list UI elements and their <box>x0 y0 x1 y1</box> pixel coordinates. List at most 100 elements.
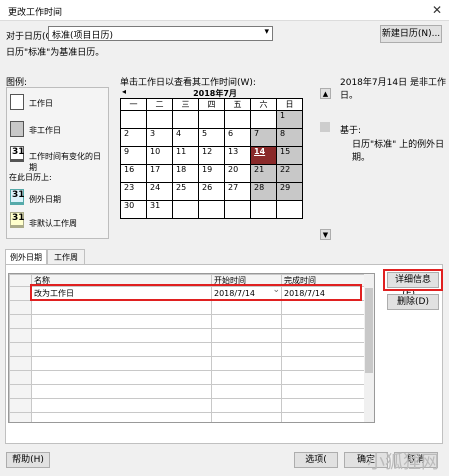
table-cell[interactable] <box>211 384 282 399</box>
table-cell[interactable] <box>31 328 212 343</box>
calendar-day[interactable]: 18 <box>172 164 199 183</box>
table-cell[interactable] <box>281 412 365 422</box>
calendar-day[interactable]: 12 <box>198 146 225 165</box>
calendar-day[interactable]: 22 <box>276 164 303 183</box>
table-cell[interactable] <box>281 328 365 343</box>
table-cell[interactable] <box>31 356 212 371</box>
row-header[interactable] <box>9 286 32 301</box>
calendar-day[interactable]: 15 <box>276 146 303 165</box>
table-row[interactable] <box>9 412 365 422</box>
exceptions-scrollbar[interactable] <box>364 274 374 422</box>
calendar-day[interactable]: 4 <box>172 128 199 147</box>
table-cell[interactable] <box>31 370 212 385</box>
calendar-day[interactable]: 25 <box>172 182 199 201</box>
calendar-day[interactable]: 5 <box>198 128 225 147</box>
close-icon[interactable]: ✕ <box>429 2 445 18</box>
table-cell[interactable] <box>281 300 365 315</box>
table-row[interactable] <box>9 370 365 385</box>
calendar-day[interactable]: 10 <box>146 146 173 165</box>
table-cell[interactable] <box>31 412 212 422</box>
title-bar: 更改工作时间 ✕ <box>0 0 449 21</box>
table-row[interactable] <box>9 314 365 329</box>
calendar-day[interactable]: 29 <box>276 182 303 201</box>
table-cell[interactable] <box>211 300 282 315</box>
calendar-day[interactable]: 13 <box>224 146 251 165</box>
calendar-day[interactable]: 27 <box>224 182 251 201</box>
tab-exceptions[interactable]: 例外日期 <box>5 249 47 265</box>
calendar-day[interactable]: 14 <box>250 146 277 165</box>
row-header[interactable] <box>9 356 32 371</box>
calendar-day[interactable]: 16 <box>120 164 147 183</box>
table-row[interactable] <box>9 398 365 413</box>
highlight-row-box <box>30 284 362 301</box>
table-row[interactable] <box>9 342 365 357</box>
table-row[interactable] <box>9 300 365 315</box>
table-row[interactable] <box>9 384 365 399</box>
row-header[interactable] <box>9 342 32 357</box>
calendar-day[interactable]: 6 <box>224 128 251 147</box>
calendar-day[interactable]: 23 <box>120 182 147 201</box>
calendar-day[interactable]: 7 <box>250 128 277 147</box>
calendar-empty-cell <box>172 110 199 129</box>
row-header[interactable] <box>9 384 32 399</box>
calendar-day[interactable]: 8 <box>276 128 303 147</box>
table-cell[interactable] <box>31 342 212 357</box>
calendar-day[interactable]: 17 <box>146 164 173 183</box>
weekday-header: 日 <box>276 98 303 111</box>
row-header[interactable] <box>9 370 32 385</box>
table-cell[interactable] <box>211 356 282 371</box>
table-cell[interactable] <box>31 300 212 315</box>
calendar-day[interactable]: 24 <box>146 182 173 201</box>
options-button[interactable]: 选项( <box>294 452 338 468</box>
table-cell[interactable] <box>281 314 365 329</box>
table-cell[interactable] <box>281 398 365 413</box>
table-cell[interactable] <box>31 384 212 399</box>
calendar-day[interactable]: 3 <box>146 128 173 147</box>
calendar-day[interactable]: 21 <box>250 164 277 183</box>
table-cell[interactable] <box>281 342 365 357</box>
based-on-detail: 日历"标准" 上的例外日期。 <box>352 140 445 163</box>
scroll-down-icon[interactable]: ▼ <box>320 229 331 240</box>
table-row[interactable] <box>9 356 365 371</box>
row-header[interactable] <box>9 398 32 413</box>
calendar-scroll-thumb[interactable] <box>320 122 330 132</box>
help-button[interactable]: 帮助(H) <box>6 452 50 468</box>
tab-work-weeks[interactable]: 工作周 <box>47 249 85 264</box>
table-cell[interactable] <box>31 398 212 413</box>
table-cell[interactable] <box>281 370 365 385</box>
table-cell[interactable] <box>211 342 282 357</box>
calendar-day[interactable]: 19 <box>198 164 225 183</box>
delete-button[interactable]: 删除(D) <box>387 294 439 310</box>
calendar-day[interactable]: 20 <box>224 164 251 183</box>
table-cell[interactable] <box>31 314 212 329</box>
row-header[interactable] <box>9 328 32 343</box>
weekday-header: 五 <box>224 98 251 111</box>
row-header[interactable] <box>9 314 32 329</box>
calendar-day[interactable]: 26 <box>198 182 225 201</box>
calendar-day[interactable]: 30 <box>120 200 147 219</box>
row-header[interactable] <box>9 412 32 422</box>
table-cell[interactable] <box>211 370 282 385</box>
calendar-day[interactable]: 9 <box>120 146 147 165</box>
table-row[interactable] <box>9 328 365 343</box>
prev-month-icon[interactable]: ◂ <box>122 87 126 96</box>
new-calendar-button[interactable]: 新建日历(N)... <box>380 25 442 43</box>
table-cell[interactable] <box>211 314 282 329</box>
table-cell[interactable] <box>211 398 282 413</box>
calendar-scrollbar[interactable] <box>320 100 331 240</box>
chevron-down-icon: ▾ <box>264 27 269 37</box>
table-cell[interactable] <box>281 384 365 399</box>
calendar-day[interactable]: 28 <box>250 182 277 201</box>
calendar-select[interactable]: 标准(项目日历) ▾ <box>48 26 273 41</box>
scroll-up-icon[interactable]: ▲ <box>320 88 331 99</box>
exceptions-scroll-thumb[interactable] <box>365 288 373 373</box>
calendar-day[interactable]: 2 <box>120 128 147 147</box>
calendar-day[interactable]: 31 <box>146 200 173 219</box>
calendar-instruction: 单击工作日以查看其工作时间(W): <box>120 78 256 88</box>
calendar-day[interactable]: 11 <box>172 146 199 165</box>
table-cell[interactable] <box>211 328 282 343</box>
row-header[interactable] <box>9 300 32 315</box>
calendar-day[interactable]: 1 <box>276 110 303 129</box>
table-cell[interactable] <box>211 412 282 422</box>
table-cell[interactable] <box>281 356 365 371</box>
